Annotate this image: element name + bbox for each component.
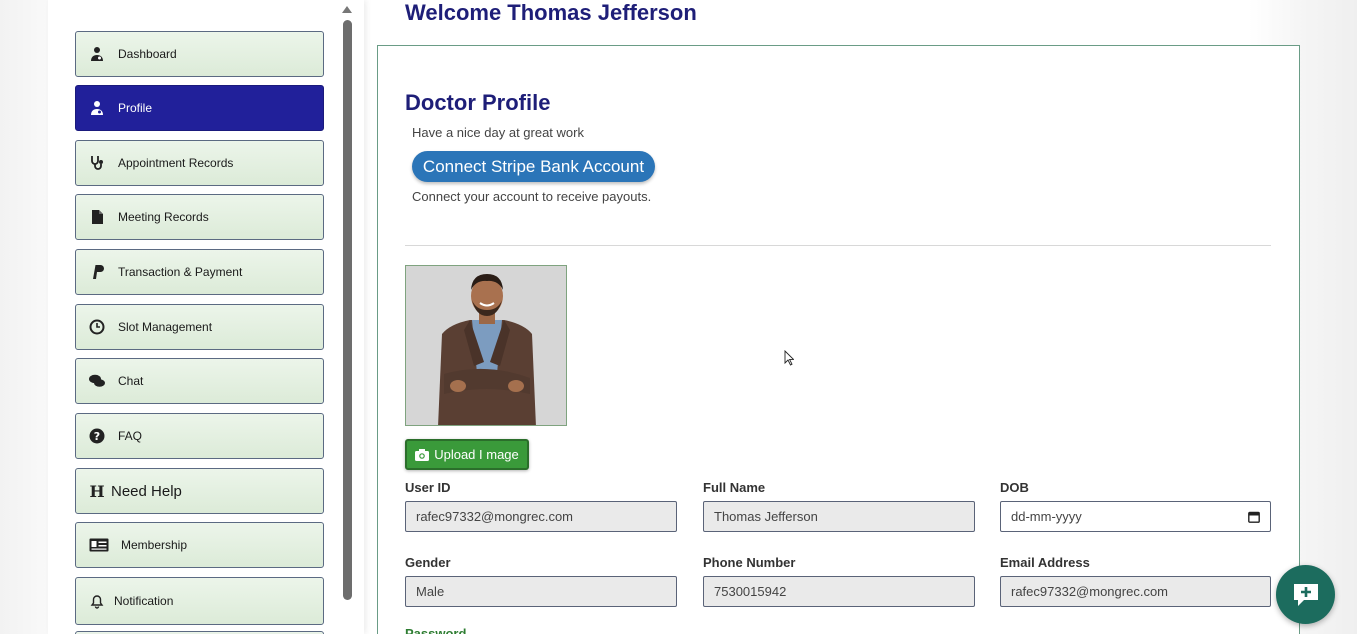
sidebar-item-label: Membership xyxy=(121,538,188,552)
sidebar-item-appointment-records[interactable]: Appointment Records xyxy=(75,140,324,186)
page-subtitle: Have a nice day at great work xyxy=(412,125,584,140)
calendar-icon[interactable] xyxy=(1248,511,1260,523)
email-field[interactable]: rafec97332@mongrec.com xyxy=(1000,576,1271,607)
sidebar-item-notification[interactable]: Notification xyxy=(75,577,324,625)
id-card-icon xyxy=(88,536,110,554)
sidebar-item-label: Notification xyxy=(114,594,174,608)
mouse-cursor-icon xyxy=(784,350,794,366)
gender-field[interactable]: Male xyxy=(405,576,677,607)
full-name-value: Thomas Jefferson xyxy=(714,509,818,524)
sidebar-item-membership[interactable]: Membership xyxy=(75,522,324,568)
password-label: Password xyxy=(405,626,467,634)
upload-image-button[interactable]: Upload I mage xyxy=(405,439,529,470)
doctor-icon xyxy=(88,45,106,63)
dob-placeholder: dd-mm-yyyy xyxy=(1011,509,1082,524)
profile-photo xyxy=(405,265,567,426)
full-name-field[interactable]: Thomas Jefferson xyxy=(703,501,975,532)
email-value: rafec97332@mongrec.com xyxy=(1011,584,1168,599)
sidebar-item-label: Meeting Records xyxy=(118,210,209,224)
sidebar-item-slot-management[interactable]: Slot Management xyxy=(75,304,324,350)
file-icon xyxy=(88,208,106,226)
question-circle-icon: ? xyxy=(88,427,106,445)
sidebar-item-label: Transaction & Payment xyxy=(118,265,243,279)
connect-stripe-button[interactable]: Connect Stripe Bank Account xyxy=(412,151,655,182)
chat-bubbles-icon xyxy=(88,372,106,390)
sidebar-item-transaction-payment[interactable]: Transaction & Payment xyxy=(75,249,324,295)
phone-field[interactable]: 7530015942 xyxy=(703,576,975,607)
sidebar: Dashboard Profile Appointment Records Me… xyxy=(48,0,364,634)
sidebar-item-meeting-records[interactable]: Meeting Records xyxy=(75,194,324,240)
svg-text:H: H xyxy=(89,483,104,499)
user-id-field[interactable]: rafec97332@mongrec.com xyxy=(405,501,677,532)
full-name-label: Full Name xyxy=(703,480,766,495)
doctor-portrait-image xyxy=(406,266,566,425)
dob-label: DOB xyxy=(1000,480,1029,495)
sidebar-scrollbar[interactable] xyxy=(343,20,352,600)
h-letter-icon: H xyxy=(88,482,106,500)
sidebar-item-label: Profile xyxy=(118,101,153,115)
page-title: Doctor Profile xyxy=(405,90,551,115)
user-id-value: rafec97332@mongrec.com xyxy=(416,509,573,524)
chat-plus-icon xyxy=(1293,583,1318,606)
scroll-up-arrow-icon[interactable] xyxy=(342,6,352,13)
sidebar-item-label: Appointment Records xyxy=(118,156,234,170)
sidebar-item-chat[interactable]: Chat xyxy=(75,358,324,404)
doctor-icon xyxy=(88,99,106,117)
clock-icon xyxy=(88,318,106,336)
email-label: Email Address xyxy=(1000,555,1090,570)
sidebar-item-faq[interactable]: ? FAQ xyxy=(75,413,324,459)
sidebar-item-need-help[interactable]: H Need Help xyxy=(75,468,324,514)
divider xyxy=(405,245,1271,246)
gender-value: Male xyxy=(416,584,445,599)
chat-fab-button[interactable] xyxy=(1276,565,1335,624)
sidebar-item-dashboard[interactable]: Dashboard xyxy=(75,31,324,77)
paypal-icon xyxy=(88,263,106,281)
bell-icon xyxy=(88,592,106,610)
sidebar-item-profile[interactable]: Profile xyxy=(75,85,324,131)
sidebar-item-label: Chat xyxy=(118,374,144,388)
stethoscope-icon xyxy=(88,154,106,172)
sidebar-item-label: Dashboard xyxy=(118,47,177,61)
upload-button-label: Upload I mage xyxy=(434,447,519,462)
sidebar-item-label: Need Help xyxy=(111,482,182,500)
stripe-note: Connect your account to receive payouts. xyxy=(412,189,652,204)
gender-label: Gender xyxy=(405,555,451,570)
welcome-heading: Welcome Thomas Jefferson xyxy=(405,0,697,25)
camera-icon xyxy=(415,448,430,461)
svg-text:?: ? xyxy=(94,430,100,443)
dob-field[interactable]: dd-mm-yyyy xyxy=(1000,501,1271,532)
user-id-label: User ID xyxy=(405,480,451,495)
phone-value: 7530015942 xyxy=(714,584,787,599)
phone-label: Phone Number xyxy=(703,555,796,570)
sidebar-item-label: FAQ xyxy=(118,429,143,443)
sidebar-item-label: Slot Management xyxy=(118,320,213,334)
